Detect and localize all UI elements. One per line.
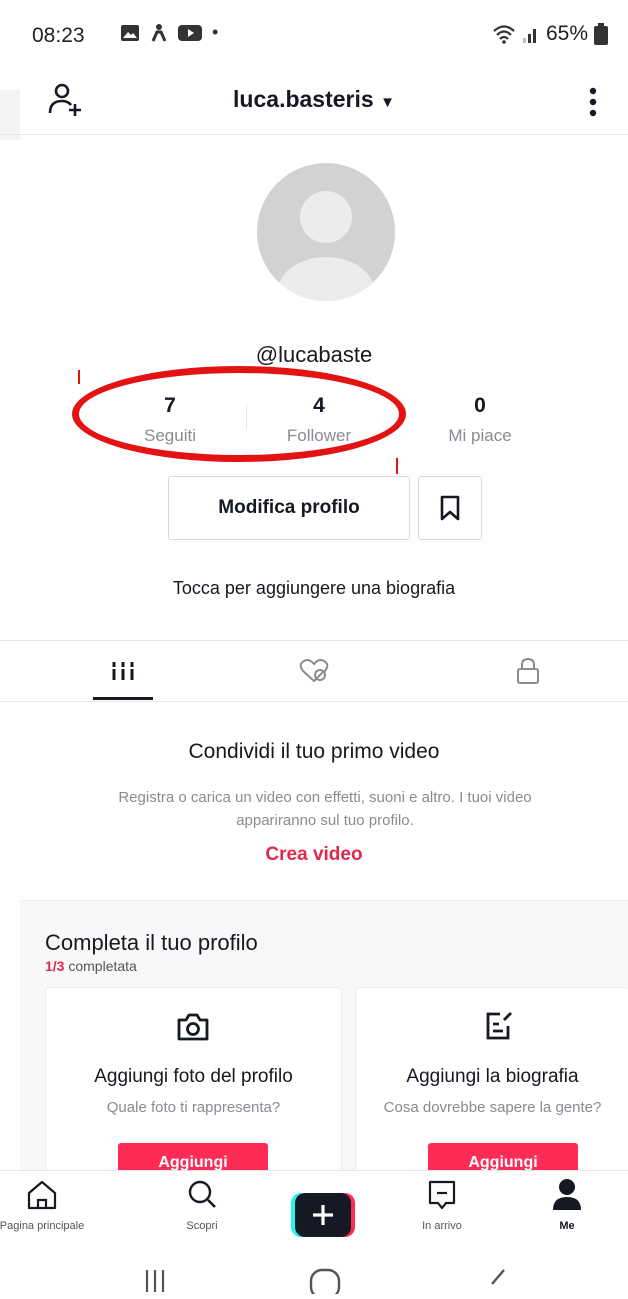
nav-discover[interactable]: Scopri bbox=[142, 1177, 262, 1232]
empty-state-title: Condividi il tuo primo video bbox=[188, 740, 440, 763]
bio-prompt[interactable]: Tocca per aggiungere una biografia bbox=[0, 578, 628, 599]
youtube-icon bbox=[178, 24, 202, 41]
hidden-heart-icon bbox=[299, 659, 329, 683]
plus-icon bbox=[291, 1193, 355, 1237]
back-icon bbox=[491, 1269, 505, 1285]
nav-me[interactable]: Me bbox=[507, 1177, 627, 1232]
nav-discover-label: Scopri bbox=[186, 1220, 218, 1232]
likes-count: 0 bbox=[474, 394, 486, 417]
wifi-icon bbox=[493, 25, 515, 44]
add-photo-card[interactable]: Aggiungi foto del profilo Quale foto ti … bbox=[45, 987, 342, 1183]
back-button[interactable] bbox=[482, 1266, 512, 1299]
complete-profile-progress: 1/3 completata bbox=[45, 958, 137, 974]
inbox-icon bbox=[428, 1180, 456, 1210]
search-icon bbox=[188, 1180, 216, 1208]
lock-icon bbox=[517, 657, 539, 684]
username-switcher[interactable]: luca.basteris ▼ bbox=[0, 86, 628, 113]
bookmark-icon bbox=[440, 495, 460, 521]
grid-icon bbox=[112, 662, 134, 680]
empty-state-description: Registra o carica un video con effetti, … bbox=[118, 789, 532, 829]
nav-home[interactable]: Pagina principale bbox=[0, 1177, 102, 1232]
recent-apps-icon bbox=[145, 1270, 165, 1292]
tab-liked[interactable] bbox=[224, 641, 404, 701]
avatar[interactable] bbox=[257, 163, 395, 301]
complete-profile-title: Completa il tuo profilo bbox=[45, 930, 258, 955]
status-bar: 08:23 • 65% bbox=[0, 0, 628, 70]
create-button[interactable] bbox=[291, 1193, 355, 1237]
home-circle-icon bbox=[309, 1268, 341, 1299]
profile-handle: @lucabaste bbox=[255, 342, 373, 367]
tab-private[interactable] bbox=[438, 641, 618, 701]
likes-label: Mi piace bbox=[448, 426, 512, 445]
nav-me-label: Me bbox=[559, 1220, 575, 1232]
create-video-link[interactable]: Crea video bbox=[0, 844, 628, 866]
tab-videos[interactable] bbox=[33, 641, 213, 701]
chevron-down-icon: ▼ bbox=[380, 94, 395, 111]
annotation-ellipse bbox=[72, 366, 406, 462]
progress-suffix: completata bbox=[68, 958, 137, 974]
camera-icon bbox=[177, 1013, 209, 1041]
progress-value: 1/3 bbox=[45, 958, 65, 974]
edit-note-icon bbox=[486, 1012, 512, 1040]
more-vertical-icon bbox=[589, 87, 597, 117]
nav-home-label: Pagina principale bbox=[0, 1220, 85, 1232]
add-photo-description: Quale foto ti rappresenta? bbox=[106, 1099, 281, 1116]
recent-apps-button[interactable] bbox=[140, 1266, 170, 1297]
status-dot-icon: • bbox=[212, 22, 219, 42]
system-navigation bbox=[0, 1256, 628, 1299]
add-photo-title: Aggiungi foto del profilo bbox=[94, 1066, 293, 1087]
accessibility-icon bbox=[151, 23, 167, 42]
gallery-icon bbox=[121, 24, 139, 41]
more-options-button[interactable] bbox=[578, 80, 608, 124]
home-system-button[interactable] bbox=[308, 1266, 342, 1299]
home-icon bbox=[27, 1180, 57, 1210]
status-time: 08:23 bbox=[32, 24, 85, 47]
nav-inbox-label: In arrivo bbox=[422, 1220, 462, 1232]
add-bio-title: Aggiungi la biografia bbox=[406, 1066, 579, 1087]
favorites-button[interactable] bbox=[418, 476, 482, 540]
default-avatar-icon bbox=[278, 191, 374, 301]
annotation-mark bbox=[78, 370, 80, 384]
add-bio-description: Cosa dovrebbe sapere la gente? bbox=[383, 1099, 602, 1116]
add-bio-card[interactable]: Aggiungi la biografia Cosa dovrebbe sape… bbox=[355, 987, 628, 1183]
nav-inbox[interactable]: In arrivo bbox=[382, 1177, 502, 1232]
profile-header: luca.basteris ▼ bbox=[0, 72, 628, 135]
signal-icon bbox=[522, 29, 536, 43]
likes-stat[interactable]: 0 Mi piace bbox=[410, 394, 550, 446]
edit-profile-button[interactable]: Modifica profilo bbox=[168, 476, 410, 540]
person-icon bbox=[553, 1179, 581, 1210]
username-text: luca.basteris bbox=[233, 86, 374, 112]
battery-percent: 65% bbox=[545, 22, 588, 45]
status-right: 65% bbox=[492, 22, 608, 46]
content-tabs bbox=[0, 640, 628, 702]
battery-icon bbox=[594, 23, 608, 45]
active-tab-indicator bbox=[93, 697, 153, 700]
annotation-mark bbox=[396, 458, 398, 474]
status-notification-icons: • bbox=[120, 22, 218, 43]
bottom-navigation: Pagina principale Scopri In arrivo Me bbox=[0, 1170, 628, 1257]
